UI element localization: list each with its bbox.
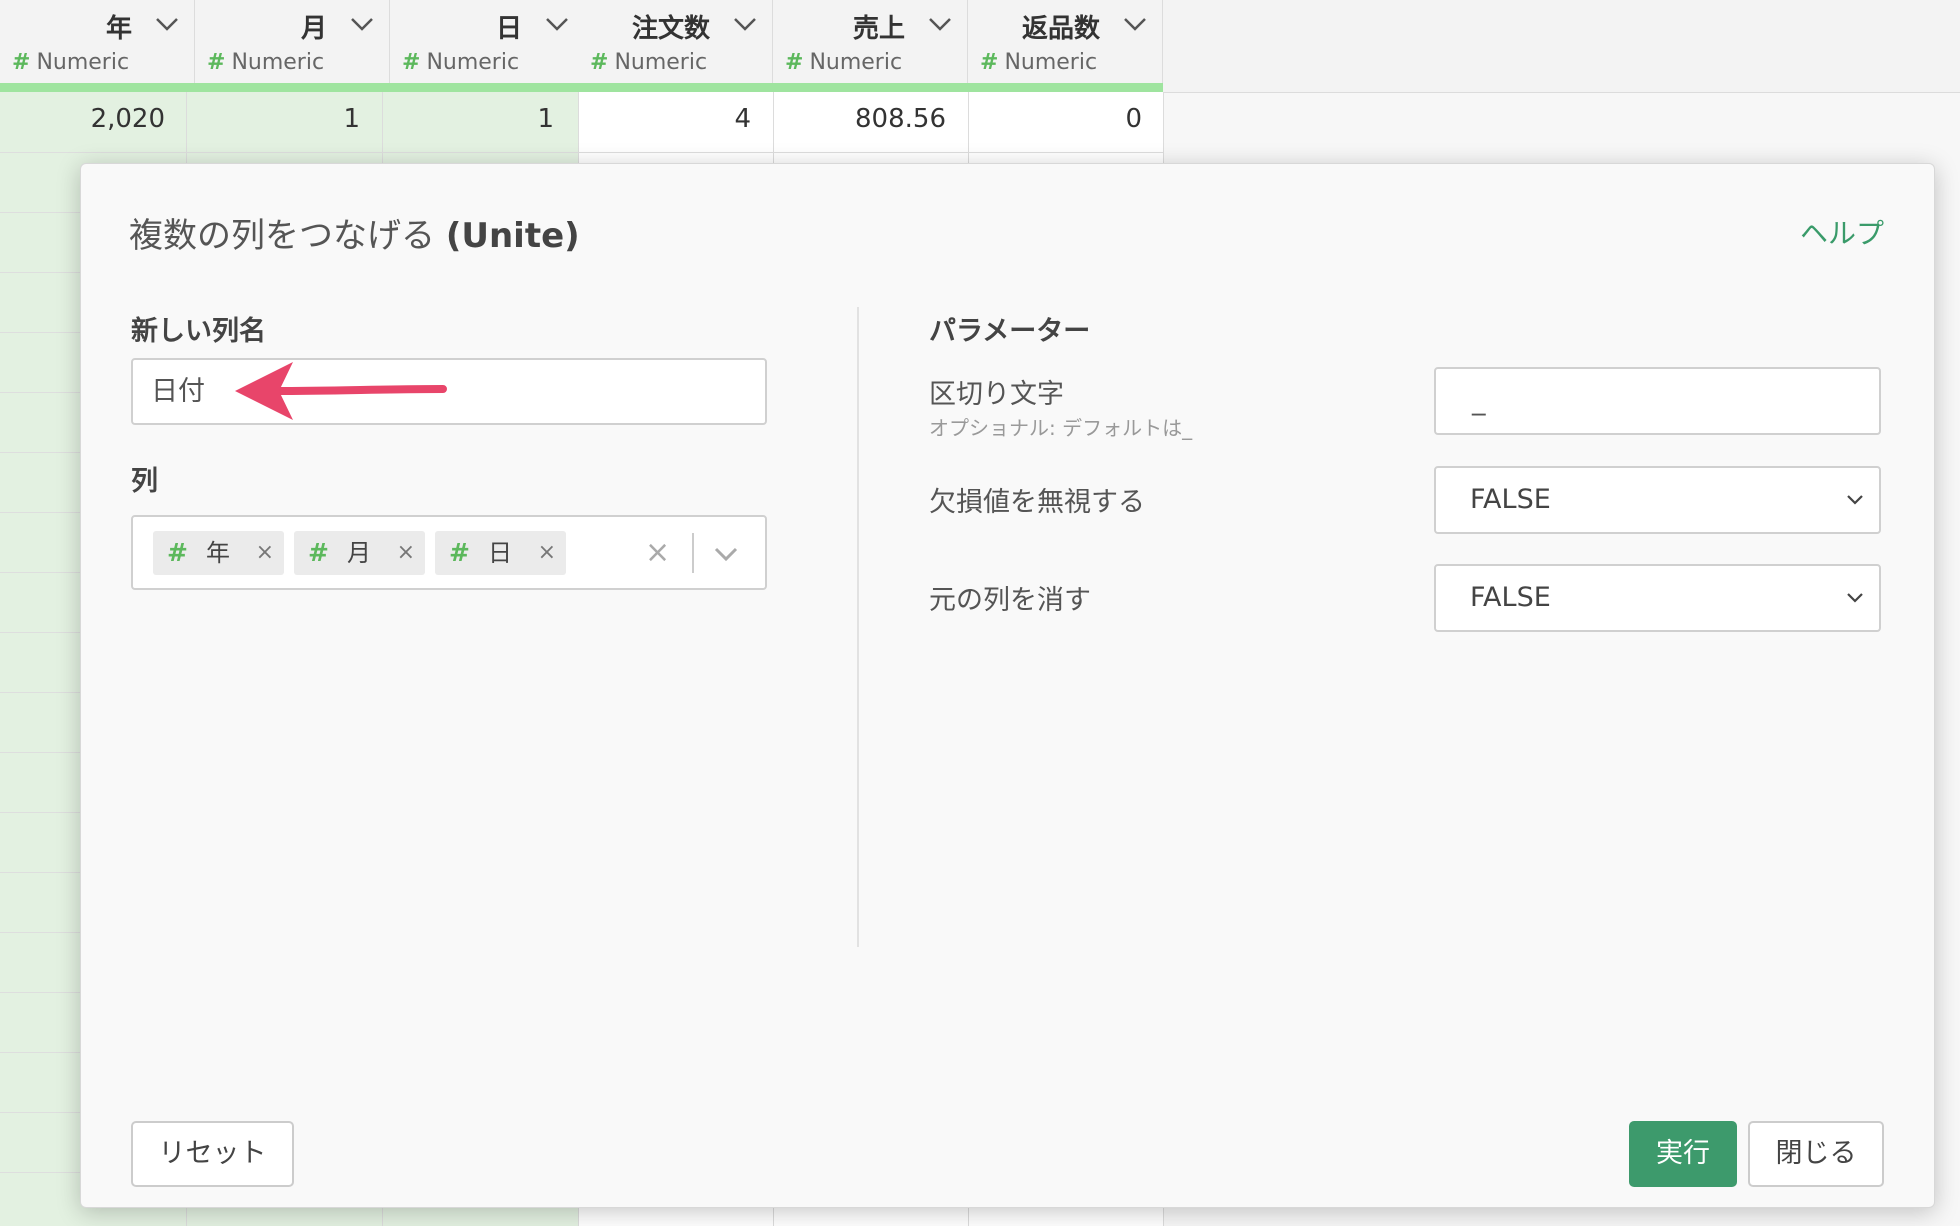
column-type-label: Numeric — [231, 50, 325, 75]
reset-button[interactable]: リセット — [131, 1121, 294, 1187]
remove-chip-icon[interactable]: × — [256, 531, 274, 575]
column-type: # Numeric — [980, 50, 1097, 75]
numeric-hash-icon: # — [590, 50, 609, 75]
column-type-label: Numeric — [614, 50, 708, 75]
ignore-na-label: 欠損値を無視する — [929, 487, 1145, 518]
remove-chip-icon[interactable]: × — [397, 531, 415, 575]
grid-header-empty — [1163, 0, 1960, 93]
numeric-hash-icon: # — [449, 538, 470, 567]
table-cell: 4 — [734, 104, 751, 134]
columns-label: 列 — [131, 466, 158, 497]
column-type: # Numeric — [207, 50, 324, 75]
columns-multiselect[interactable]: # 年 × # 月 × # 日 × × — [131, 515, 767, 590]
numeric-hash-icon: # — [207, 50, 226, 75]
column-type: # Numeric — [12, 50, 129, 75]
chevron-down-icon[interactable] — [1122, 14, 1148, 34]
field-separator — [692, 533, 694, 573]
table-cell: 1 — [343, 104, 360, 134]
column-header-month[interactable]: 月 # Numeric — [195, 0, 390, 84]
dialog-title-code: (Unite) — [445, 216, 580, 256]
run-button[interactable]: 実行 — [1629, 1121, 1737, 1187]
column-divider — [857, 307, 859, 947]
column-name: 月 — [300, 14, 327, 44]
chevron-down-icon — [1847, 495, 1863, 505]
table-cell: 1 — [537, 104, 554, 134]
parameters-heading: パラメーター — [929, 316, 1091, 347]
ignore-na-select[interactable]: FALSE — [1434, 466, 1881, 534]
table-cell: 808.56 — [855, 104, 946, 134]
selected-columns-strip — [0, 83, 1163, 92]
grid-row-divider — [0, 152, 1163, 153]
remove-original-select[interactable]: FALSE — [1434, 564, 1881, 632]
table-cell: 2,020 — [90, 104, 165, 134]
column-type: # Numeric — [785, 50, 902, 75]
column-chip-year: # 年 × — [153, 531, 284, 575]
column-name: 年 — [105, 14, 132, 44]
column-chip-month: # 月 × — [294, 531, 425, 575]
column-type-label: Numeric — [426, 50, 520, 75]
column-header-orders[interactable]: 注文数 # Numeric — [578, 0, 773, 84]
dialog-title: 複数の列をつなげる (Unite) — [129, 208, 580, 257]
column-name: 注文数 — [631, 14, 710, 44]
column-header-sales[interactable]: 売上 # Numeric — [773, 0, 968, 84]
chevron-down-icon[interactable] — [154, 14, 180, 34]
column-header-year[interactable]: 年 # Numeric — [0, 0, 195, 84]
column-name: 日 — [495, 14, 522, 44]
column-type-label: Numeric — [809, 50, 903, 75]
numeric-hash-icon: # — [308, 538, 329, 567]
separator-label: 区切り文字 — [929, 379, 1064, 410]
column-type: # Numeric — [402, 50, 519, 75]
chevron-down-icon[interactable] — [732, 14, 758, 34]
close-button[interactable]: 閉じる — [1748, 1121, 1884, 1187]
new-column-label: 新しい列名 — [131, 316, 266, 347]
column-chip-day: # 日 × — [435, 531, 566, 575]
column-name: 返品数 — [1021, 14, 1100, 44]
annotation-arrow-icon — [235, 362, 447, 420]
table-cell: 0 — [1125, 104, 1142, 134]
column-type-label: Numeric — [1004, 50, 1098, 75]
numeric-hash-icon: # — [402, 50, 421, 75]
column-type: # Numeric — [590, 50, 707, 75]
select-value: FALSE — [1470, 484, 1551, 515]
select-value: FALSE — [1470, 582, 1551, 613]
chip-label: 日 — [487, 539, 512, 567]
separator-input[interactable]: _ — [1434, 367, 1881, 435]
chip-label: 月 — [346, 539, 371, 567]
clear-all-icon[interactable]: × — [645, 535, 670, 570]
column-type-label: Numeric — [36, 50, 130, 75]
numeric-hash-icon: # — [167, 538, 188, 567]
numeric-hash-icon: # — [12, 50, 31, 75]
help-link[interactable]: ヘルプ — [1800, 212, 1884, 252]
column-header-returns[interactable]: 返品数 # Numeric — [968, 0, 1163, 84]
chevron-down-icon[interactable] — [349, 14, 375, 34]
chip-label: 年 — [205, 539, 230, 567]
numeric-hash-icon: # — [785, 50, 804, 75]
chevron-down-icon[interactable] — [713, 543, 739, 565]
numeric-hash-icon: # — [980, 50, 999, 75]
remove-original-label: 元の列を消す — [929, 585, 1091, 616]
chevron-down-icon — [1847, 593, 1863, 603]
chevron-down-icon[interactable] — [544, 14, 570, 34]
column-header-day[interactable]: 日 # Numeric — [390, 0, 585, 84]
unite-dialog: 複数の列をつなげる (Unite) ヘルプ 新しい列名 日付 列 # 年 × # 月… — [80, 163, 1935, 1208]
remove-chip-icon[interactable]: × — [538, 531, 556, 575]
chevron-down-icon[interactable] — [927, 14, 953, 34]
separator-hint: オプショナル: デフォルトは_ — [929, 416, 1193, 440]
dialog-title-text: 複数の列をつなげる — [129, 216, 435, 256]
column-name: 売上 — [852, 14, 905, 44]
